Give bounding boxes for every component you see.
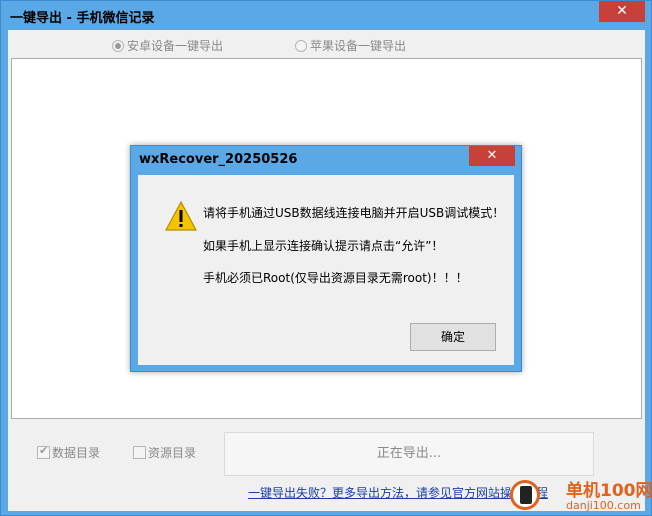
resource-dir-checkbox[interactable]: 资源目录 [133,444,196,461]
resource-dir-label: 资源目录 [148,446,197,460]
watermark-logo: 单机100网 danji100.com [502,474,652,516]
android-export-label: 安卓设备一键导出 [127,39,224,53]
iphone-export-label: 苹果设备一键导出 [310,39,407,53]
dialog-close-button[interactable]: ✕ [469,146,515,166]
data-dir-checkbox[interactable]: 数据目录 [37,444,100,461]
dialog-title: wxRecover_20250526 [139,152,298,167]
checkbox-unchecked-icon [133,446,146,459]
export-status-button[interactable]: 正在导出... [224,432,594,476]
close-icon: ✕ [486,148,498,163]
ok-button[interactable]: 确定 [410,323,496,351]
dialog-message-line: 手机必须已Root(仅导出资源目录无需root)！！！ [203,271,468,285]
dialog-message-line: 如果手机上显示连接确认提示请点击“允许”！ [203,239,444,253]
warning-icon [164,200,198,231]
watermark-url: danji100.com [566,499,641,512]
title-bar[interactable]: 一键导出 - 手机微信记录 ✕ [1,1,651,30]
close-icon: ✕ [616,3,628,19]
alert-dialog: wxRecover_20250526 ✕ 请将手机通过USB数据线连接电脑并开启… [130,145,522,372]
dialog-body: 请将手机通过USB数据线连接电脑并开启USB调试模式！ 如果手机上显示连接确认提… [138,175,514,365]
dialog-message-line: 请将手机通过USB数据线连接电脑并开启USB调试模式！ [203,206,505,220]
checkbox-checked-icon [37,444,50,459]
radio-selected-icon [112,40,124,52]
data-dir-label: 数据目录 [52,446,101,460]
android-export-radio[interactable]: 安卓设备一键导出 [112,37,223,53]
iphone-export-radio[interactable]: 苹果设备一键导出 [295,37,406,53]
window-title: 一键导出 - 手机微信记录 [10,11,155,26]
close-button[interactable]: ✕ [599,1,645,22]
watermark-name: 单机100网 [566,481,652,501]
radio-unselected-icon [295,40,307,52]
watermark-figure-icon [520,486,532,504]
